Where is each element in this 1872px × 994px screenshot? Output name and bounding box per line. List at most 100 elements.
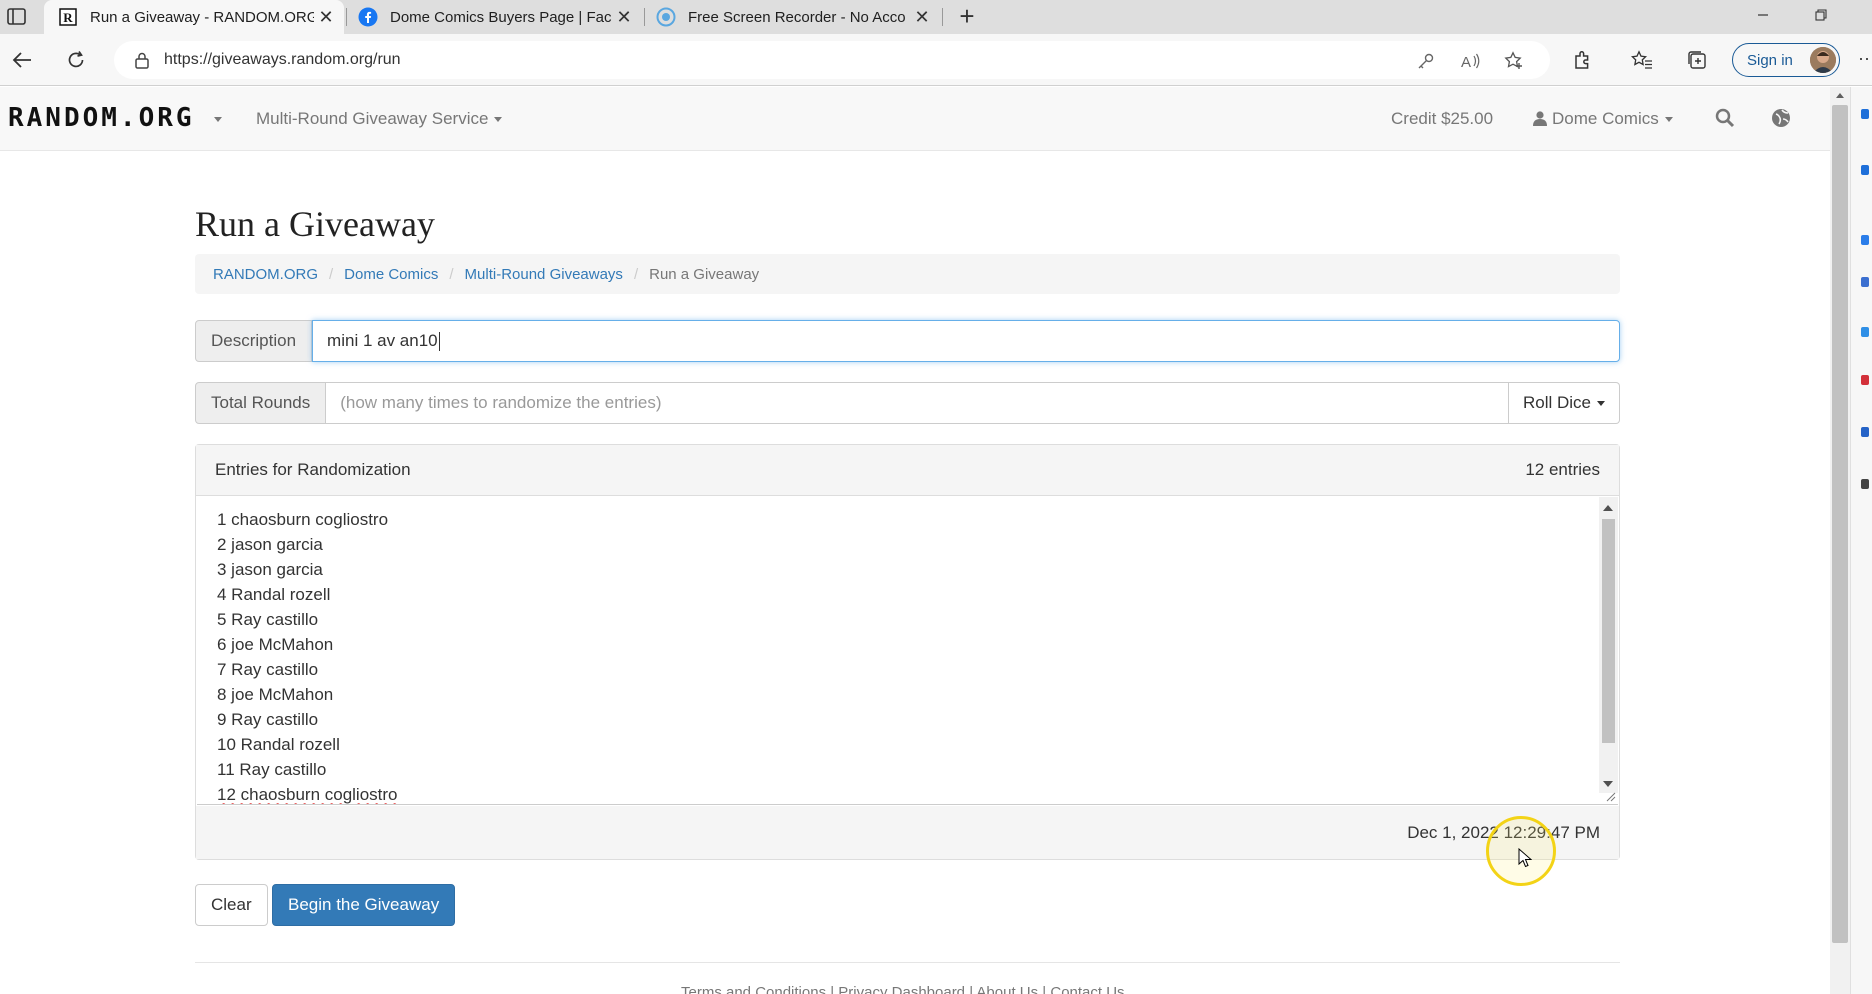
browser-tab-random-org[interactable]: R Run a Giveaway - RANDOM.ORG ✕ (44, 0, 344, 34)
sidebar-app-icon[interactable] (1861, 165, 1869, 175)
refresh-button[interactable] (60, 44, 92, 76)
search-icon[interactable] (1714, 107, 1736, 129)
tab-separator (942, 8, 943, 26)
site-navbar: RANDOM.ORG Multi-Round Giveaway Service … (0, 87, 1830, 151)
chevron-down-icon (1597, 400, 1605, 406)
favorites-icon[interactable] (1629, 47, 1655, 73)
list-item: 8 joe McMahon (217, 685, 334, 704)
sidebar-app-icon[interactable] (1861, 479, 1869, 489)
user-icon (1533, 111, 1547, 126)
back-button[interactable] (6, 44, 38, 76)
breadcrumb: RANDOM.ORG / Dome Comics / Multi-Round G… (195, 254, 1620, 294)
scroll-up-icon[interactable] (1836, 93, 1844, 98)
tab-title: Dome Comics Buyers Page | Face (390, 8, 612, 26)
clear-button[interactable]: Clear (195, 884, 268, 926)
tab-title: Run a Giveaway - RANDOM.ORG (90, 8, 314, 26)
sign-in-label: Sign in (1747, 51, 1793, 69)
browser-tab-strip: R Run a Giveaway - RANDOM.ORG ✕ Dome Com… (0, 0, 1872, 34)
list-item: 6 joe McMahon (217, 635, 334, 654)
restore-button[interactable] (1794, 0, 1848, 34)
footer-links[interactable]: Terms and Conditions | Privacy Dashboard… (681, 984, 1125, 994)
account-menu-label: Dome Comics (1552, 109, 1659, 128)
entries-panel-header: Entries for Randomization 12 entries (196, 445, 1619, 496)
roll-dice-button[interactable]: Roll Dice (1508, 382, 1620, 424)
tab-actions-icon[interactable] (6, 7, 28, 27)
random-org-icon: R (58, 7, 78, 27)
list-item: 1 chaosburn cogliostro (217, 510, 389, 529)
sidebar-app-icon[interactable] (1861, 427, 1869, 437)
site-logo[interactable]: RANDOM.ORG (8, 103, 195, 133)
extensions-icon[interactable] (1569, 47, 1595, 73)
service-menu-label: Multi-Round Giveaway Service (256, 109, 489, 128)
read-aloud-icon[interactable]: A (1458, 51, 1482, 71)
resize-grip-icon[interactable] (1604, 790, 1616, 802)
breadcrumb-link-dome-comics[interactable]: Dome Comics (344, 266, 438, 283)
key-icon[interactable] (1414, 51, 1438, 71)
begin-giveaway-button[interactable]: Begin the Giveaway (272, 884, 456, 926)
total-rounds-input[interactable]: (how many times to randomize the entries… (326, 382, 1509, 424)
svg-text:A: A (1461, 54, 1471, 70)
url-text[interactable]: https://giveaways.random.org/run (164, 51, 401, 69)
entries-textarea[interactable]: 1 chaosburn cogliostro 2 jason garcia 3 … (197, 497, 1618, 805)
breadcrumb-current: Run a Giveaway (649, 265, 760, 283)
page-scrollbar-thumb[interactable] (1832, 105, 1848, 943)
address-bar[interactable]: https://giveaways.random.org/run A (114, 41, 1550, 79)
profile-avatar (1810, 47, 1836, 73)
list-item: 2 jason garcia (217, 535, 323, 554)
chevron-down-icon (1664, 117, 1673, 123)
entries-panel-footer: Dec 1, 2022 12:29:47 PM (196, 806, 1619, 859)
close-tab-icon[interactable]: ✕ (910, 7, 934, 28)
sidebar-app-icon[interactable] (1861, 327, 1869, 337)
list-item: 10 Randal rozell (217, 735, 340, 754)
breadcrumb-link-multi-round-giveaways[interactable]: Multi-Round Giveaways (465, 266, 623, 283)
service-menu[interactable]: Multi-Round Giveaway Service (256, 109, 503, 129)
tab-title: Free Screen Recorder - No Acco (688, 8, 906, 26)
entries-scrollbar[interactable] (1599, 497, 1618, 793)
new-tab-button[interactable]: + (952, 2, 982, 32)
entries-heading: Entries for Randomization (215, 460, 411, 479)
browser-tab-screen-recorder[interactable]: Free Screen Recorder - No Acco ✕ (642, 0, 940, 34)
sidebar-app-icon[interactable] (1861, 375, 1869, 385)
list-item: 3 jason garcia (217, 560, 323, 579)
back-arrow-icon (12, 52, 31, 68)
browser-tab-facebook[interactable]: Dome Comics Buyers Page | Face ✕ (344, 0, 642, 34)
facebook-icon (358, 7, 378, 27)
total-rounds-group: Total Rounds (how many times to randomiz… (195, 382, 1620, 424)
collections-icon[interactable] (1684, 47, 1710, 73)
sidebar-app-icon[interactable] (1861, 235, 1869, 245)
description-group: Description mini 1 av an10 (195, 320, 1620, 362)
page-scrollbar[interactable] (1830, 87, 1850, 994)
scrollbar-thumb[interactable] (1602, 519, 1615, 743)
close-tab-icon[interactable]: ✕ (612, 7, 636, 28)
recorder-icon (656, 7, 676, 27)
mouse-pointer-icon (1518, 848, 1532, 868)
entries-list: 1 chaosburn cogliostro 2 jason garcia 3 … (197, 497, 1618, 804)
breadcrumb-link-random-org[interactable]: RANDOM.ORG (213, 266, 318, 283)
settings-more-icon[interactable]: ··· (1858, 48, 1872, 69)
account-menu[interactable]: Dome Comics (1532, 109, 1673, 129)
description-label: Description (195, 320, 313, 362)
text-caret (438, 331, 440, 351)
breadcrumb-separator: / (633, 265, 639, 283)
sidebar-app-icon[interactable] (1861, 277, 1869, 287)
sidebar-app-icon[interactable] (1861, 109, 1869, 119)
chevron-down-icon (494, 117, 503, 123)
footer-divider (195, 962, 1620, 963)
scroll-down-icon[interactable] (1603, 781, 1613, 787)
minimize-button[interactable] (1736, 0, 1790, 34)
description-input[interactable]: mini 1 av an10 (312, 320, 1620, 362)
list-item: 9 Ray castillo (217, 710, 319, 729)
sign-in-button[interactable]: Sign in (1732, 43, 1840, 77)
total-rounds-label: Total Rounds (195, 382, 327, 424)
chevron-down-icon[interactable] (214, 117, 222, 122)
close-tab-icon[interactable]: ✕ (314, 7, 338, 28)
scroll-up-icon[interactable] (1603, 505, 1613, 511)
list-item: 11 Ray castillo (217, 760, 327, 779)
globe-icon[interactable] (1770, 107, 1792, 129)
description-value: mini 1 av an10 (327, 331, 438, 350)
add-favorite-icon[interactable] (1502, 51, 1526, 71)
list-item: 12 chaosburn cogliostro (217, 785, 398, 804)
lock-icon[interactable] (134, 51, 150, 69)
credit-link[interactable]: Credit $25.00 (1391, 109, 1493, 129)
browser-toolbar: https://giveaways.random.org/run A Sign … (0, 34, 1872, 86)
